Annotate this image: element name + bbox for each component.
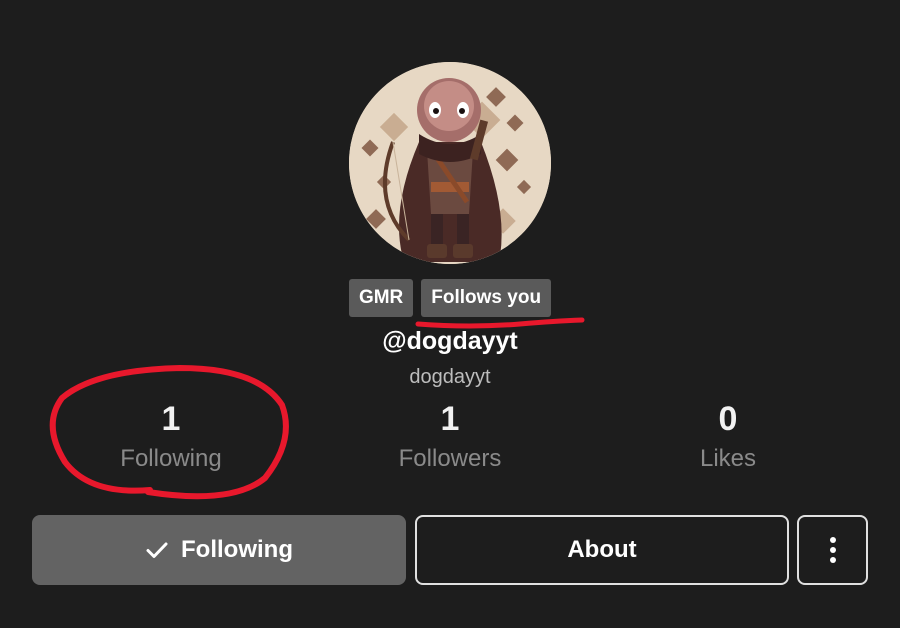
about-button-label: About bbox=[567, 536, 637, 563]
likes-count: 0 bbox=[718, 400, 738, 438]
about-button[interactable]: About bbox=[415, 515, 789, 585]
check-icon bbox=[145, 538, 169, 562]
likes-label: Likes bbox=[699, 445, 757, 472]
gmr-badge: GMR bbox=[348, 279, 414, 317]
follows-you-underline bbox=[415, 317, 585, 329]
avatar-illustration bbox=[349, 62, 551, 264]
following-count: 1 bbox=[161, 400, 181, 438]
following-button[interactable]: Following bbox=[32, 515, 406, 585]
following-label: Following bbox=[120, 445, 222, 472]
vertical-dots-icon bbox=[829, 537, 836, 563]
follows-you-badge: Follows you bbox=[421, 279, 552, 317]
profile-username: dogdayyt bbox=[409, 366, 491, 388]
followers-count: 1 bbox=[440, 400, 460, 438]
avatar[interactable] bbox=[349, 62, 551, 264]
more-options-button[interactable] bbox=[797, 515, 868, 585]
stat-followers[interactable]: 1 Followers bbox=[350, 398, 550, 473]
profile-badges: GMR Follows you bbox=[0, 279, 900, 317]
stat-following[interactable]: 1 Following bbox=[71, 398, 271, 473]
profile-page: GMR Follows you @dogdayyt dogdayyt 1 Fol… bbox=[0, 0, 900, 628]
profile-handle: @dogdayyt bbox=[382, 327, 518, 355]
following-button-label: Following bbox=[181, 536, 293, 563]
followers-label: Followers bbox=[398, 445, 502, 472]
stat-likes[interactable]: 0 Likes bbox=[628, 398, 828, 473]
